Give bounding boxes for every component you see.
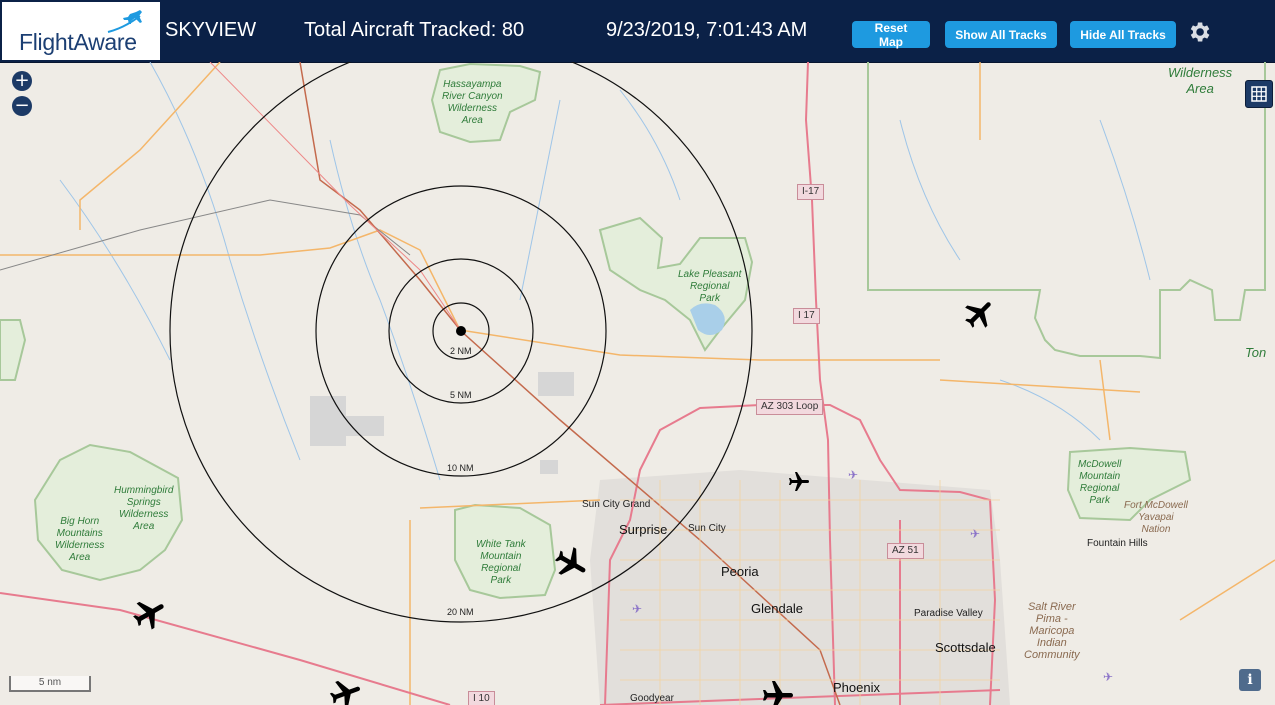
aircraft-icon[interactable] <box>328 676 364 705</box>
city-label: Peoria <box>721 564 759 579</box>
app-title: SKYVIEW <box>165 19 257 41</box>
airport-icon: ✈ <box>632 602 643 616</box>
airport-icon: ✈ <box>848 468 859 482</box>
place-label: Fort McDowell Yavapai Nation <box>1124 500 1188 535</box>
aircraft-icon[interactable] <box>552 545 590 583</box>
city-label: Scottsdale <box>935 640 996 655</box>
city-label: Fountain Hills <box>1087 538 1148 549</box>
aircraft-icon[interactable] <box>131 595 169 633</box>
highway-shield: I-17 <box>797 184 825 200</box>
aircraft-icon[interactable] <box>962 296 998 332</box>
reset-map-button[interactable]: Reset Map <box>852 21 930 49</box>
range-ring-label: 2 NM <box>450 346 472 356</box>
city-label: Surprise <box>619 522 668 537</box>
receiver-location-dot <box>456 326 466 336</box>
city-label: Glendale <box>751 601 804 616</box>
range-ring-label: 20 NM <box>447 607 474 617</box>
zoom-in-button[interactable]: + <box>12 71 32 91</box>
map-scale-bar: 5 nm <box>9 676 91 692</box>
city-label: Paradise Valley <box>914 608 983 619</box>
airport-icon: ✈ <box>1103 670 1114 684</box>
aircraft-icon[interactable] <box>787 470 811 494</box>
top-header: FlightAware SKYVIEW Total Aircraft Track… <box>0 0 1275 63</box>
place-label: Ton <box>1245 345 1267 360</box>
place-label: Big Horn Mountains Wilderness Area <box>55 516 105 563</box>
airport-icon: ✈ <box>970 527 981 541</box>
place-label: Hassayampa River Canyon Wilderness Area <box>442 79 503 126</box>
map-canvas[interactable]: ✈ ✈ ✈ ✈ 2 NM 5 NM 10 NM 20 NM Hassayampa… <box>0 62 1275 705</box>
zoom-out-button[interactable]: − <box>12 96 32 116</box>
place-label: Salt River Pima - Maricopa Indian Commun… <box>1024 601 1080 661</box>
range-ring-label: 10 NM <box>447 463 474 473</box>
show-all-tracks-button[interactable]: Show All Tracks <box>945 21 1057 48</box>
aircraft-count: Total Aircraft Tracked: 80 <box>304 19 525 41</box>
place-label: McDowell Mountain Regional Park <box>1078 459 1122 506</box>
info-button[interactable]: i <box>1239 669 1261 691</box>
range-ring-label: 5 NM <box>450 390 472 400</box>
logo-text: FlightAware <box>19 29 137 55</box>
current-datetime: 9/23/2019, 7:01:43 AM <box>606 19 808 41</box>
flightaware-logo[interactable]: FlightAware <box>2 2 160 60</box>
highway-shield: I 17 <box>793 308 820 324</box>
city-label: Sun City Grand <box>582 499 651 510</box>
place-label: Lake Pleasant Regional Park <box>678 269 742 304</box>
city-label: Goodyear <box>630 693 674 704</box>
place-label: Wilderness Area <box>1168 65 1233 96</box>
gear-icon[interactable] <box>1186 19 1212 45</box>
highway-shield: I 10 <box>468 691 495 705</box>
place-label: White Tank Mountain Regional Park <box>476 539 526 586</box>
aircraft-icon[interactable] <box>760 678 796 705</box>
hide-all-tracks-button[interactable]: Hide All Tracks <box>1070 21 1176 48</box>
highway-shield: AZ 51 <box>887 543 924 559</box>
grid-icon[interactable] <box>1245 80 1273 108</box>
highway-shield: AZ 303 Loop <box>756 399 824 415</box>
place-label: Hummingbird Springs Wilderness Area <box>114 485 174 532</box>
city-label: Sun City <box>688 523 726 534</box>
city-label: Phoenix <box>833 680 880 695</box>
